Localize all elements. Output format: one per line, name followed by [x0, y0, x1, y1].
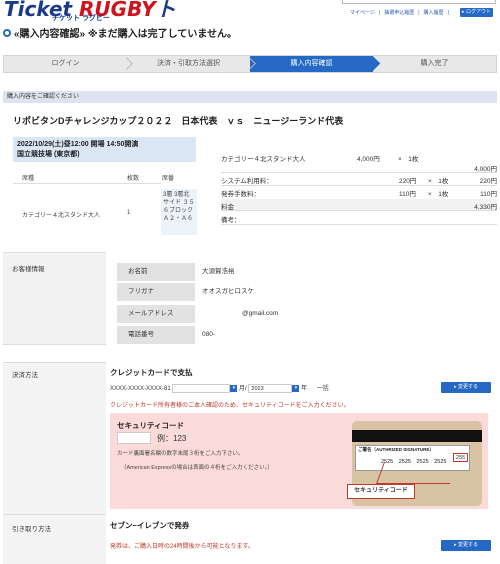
security-code-warning: クレジットカード所有者様のご本人確認のため、セキュリティコードをご入力ください。	[110, 403, 350, 409]
step-payment-select: 決済・引取方法選択	[127, 56, 256, 72]
issue-fee-total: 110円	[480, 191, 497, 198]
price-item-unit: 4,000円	[357, 156, 380, 163]
system-fee-qty: × 1枚	[428, 178, 449, 185]
name-label: お名前	[117, 263, 195, 281]
amex-note: （American Expressの場合は表面の４桁をご入力ください。）	[121, 465, 273, 471]
th-seat-type: 席種	[22, 176, 35, 182]
security-code-callout: セキュリティコード	[347, 484, 415, 499]
card-number: XXXX-XXXX-XXXX-81	[110, 386, 171, 392]
email-value: @gmail.com	[195, 305, 491, 323]
section-instruction: 購入内容をご確認ください	[3, 91, 497, 103]
chevron-down-icon[interactable]: ▾	[230, 384, 238, 392]
phone-label: 電話番号	[117, 326, 195, 344]
security-code-input[interactable]	[117, 432, 151, 444]
event-date-venue: 2022/10/29(土)昼12:00 開場 14:50開演 国立競技場 (東京…	[13, 137, 196, 162]
card-row: XXXX-XXXX-XXXX-81 ▾ 月/ 2023 ▾ 年 一括	[110, 383, 329, 393]
event-title: リポビタンDチャレンジカップ２０２２ 日本代表 ｖｓ ニュージーランド代表	[13, 116, 344, 126]
name-value: 大須賀浩裕	[195, 263, 491, 281]
card-year-select[interactable]: 2023	[248, 383, 293, 393]
price-summary: カテゴリー４北スタンド大人 4,000円 × 1枚 4,000円 システム利用料…	[221, 148, 497, 230]
issue-fee-qty: × 1枚	[428, 191, 449, 198]
mypage-link[interactable]: マイページ	[350, 9, 375, 16]
header-top-box	[342, 0, 496, 4]
purchase-history-link[interactable]: 購入履歴	[424, 9, 444, 16]
kana-label: フリガナ	[117, 283, 195, 301]
pickup-section-label: 引き取り方法	[12, 526, 51, 533]
progress-steps: ログイン 決済・引取方法選択 購入内容確認 購入完了	[3, 55, 497, 73]
ticket-seat-type: カテゴリー４北スタンド大人	[22, 213, 101, 219]
kana-value: オオスガヒロスケ	[195, 283, 491, 301]
security-code-title: セキュリティコード	[117, 421, 185, 430]
step-confirm: 購入内容確認	[250, 55, 381, 72]
card-month-select[interactable]	[172, 383, 231, 393]
card-security-code-highlight: 255	[453, 453, 468, 462]
callout-line	[375, 462, 459, 484]
price-item-qty: × 1枚	[398, 156, 419, 163]
page-title: «購入内容確認» ※まだ購入は完了していません。	[3, 25, 237, 40]
pickup-method-title: セブン−イレブンで発券	[110, 521, 190, 530]
event-venue: 国立競技場 (東京都)	[17, 151, 80, 158]
card-magnetic-stripe	[352, 430, 482, 442]
change-payment-button[interactable]: ▸ 変更する	[441, 382, 491, 393]
security-code-example: 例：123	[157, 434, 187, 443]
site-logo-subtitle: チケット ラグビー	[52, 15, 110, 22]
lottery-history-link[interactable]: 抽選申込履歴	[384, 9, 414, 16]
ticket-seat-number: 3層 3層北サイド ３５６ブロック Ａ２・Ａ６	[161, 189, 197, 235]
issue-fee-label: 発券手数料：	[221, 191, 260, 198]
issue-fee-unit: 110円	[399, 191, 416, 198]
system-fee-label: システム利用料：	[221, 178, 273, 185]
system-fee-unit: 220円	[399, 178, 417, 185]
header-links: マイページ | 抽選申込履歴 | 購入履歴 |	[350, 9, 449, 17]
price-item-label: カテゴリー４北スタンド大人	[221, 156, 306, 163]
th-count: 枚数	[127, 176, 140, 182]
logout-button[interactable]: ▸ ログアウト	[460, 8, 493, 17]
step-login: ログイン	[4, 56, 133, 72]
payment-section-label: 決済方法	[12, 372, 38, 379]
step-complete: 購入完了	[420, 60, 449, 67]
chevron-down-icon[interactable]: ▾	[292, 384, 300, 392]
payment-method-title: クレジットカードで支払	[110, 368, 193, 377]
customer-section-label: お客様情報	[12, 266, 45, 273]
th-seat-no: 席番	[162, 176, 175, 182]
email-label: メールアドレス	[117, 305, 195, 323]
phone-value: 080-	[195, 326, 491, 344]
security-code-note: カード裏面署名欄の数字末尾３桁をご入力下さい。	[117, 451, 244, 457]
system-fee-total: 220円	[479, 178, 497, 185]
pickup-note: 発券は、ご購入日時の24時間後から可能となります。	[110, 544, 254, 550]
divider	[13, 183, 161, 184]
note-label: 備考：	[221, 217, 241, 224]
circle-bullet-icon	[3, 28, 11, 37]
change-pickup-button[interactable]: ▸ 変更する	[441, 540, 491, 551]
ticket-count: 1	[127, 210, 131, 216]
event-datetime: 2022/10/29(土)昼12:00 開場 14:50開演	[17, 141, 139, 148]
installment-type: 一括	[316, 386, 329, 392]
